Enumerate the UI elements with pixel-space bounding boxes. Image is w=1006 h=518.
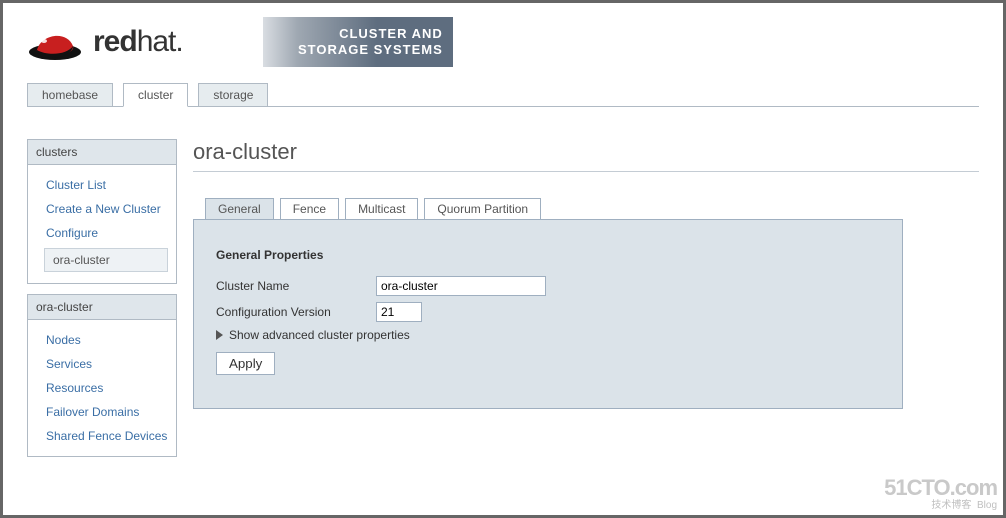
topnav-tab-cluster[interactable]: cluster <box>123 83 188 107</box>
sidebox-head: clusters <box>28 140 176 165</box>
subtab-general[interactable]: General <box>205 198 274 219</box>
brand-text: redhat. <box>93 25 183 59</box>
subtab-quorum-partition[interactable]: Quorum Partition <box>424 198 541 219</box>
subtab-multicast[interactable]: Multicast <box>345 198 418 219</box>
sidebar: clusters Cluster ListCreate a New Cluster… <box>27 139 177 467</box>
main-content: ora-cluster General Fence Multicast Quorum … <box>193 139 979 467</box>
sidebar-item-failover-domains[interactable]: Failover Domains <box>28 400 176 424</box>
product-banner: CLUSTER AND STORAGE SYSTEMS <box>263 17 453 67</box>
sidebox-ora-cluster: ora-cluster NodesServicesResourcesFailove… <box>27 294 177 457</box>
cluster-name-label: Cluster Name <box>216 279 376 293</box>
subtab-fence[interactable]: Fence <box>280 198 339 219</box>
advanced-disclosure-label: Show advanced cluster properties <box>229 328 410 342</box>
sidebar-item-create-a-new-cluster[interactable]: Create a New Cluster <box>28 197 176 221</box>
watermark: 51CTO.com 技术博客 Blog <box>884 476 997 511</box>
brand-logo: redhat. <box>27 22 183 62</box>
topnav-tab-storage[interactable]: storage <box>198 83 268 106</box>
sidebar-item-cluster-list[interactable]: Cluster List <box>28 173 176 197</box>
cluster-name-input[interactable] <box>376 276 546 296</box>
top-nav: homebase cluster storage <box>27 83 979 107</box>
sidebox-head: ora-cluster <box>28 295 176 320</box>
panel-heading: General Properties <box>216 248 880 262</box>
config-subtabs: General Fence Multicast Quorum Partition <box>205 198 979 219</box>
redhat-hat-icon <box>27 22 83 62</box>
page-title: ora-cluster <box>193 139 979 172</box>
topnav-tab-homebase[interactable]: homebase <box>27 83 113 106</box>
header: redhat. CLUSTER AND STORAGE SYSTEMS <box>3 3 1003 67</box>
apply-button[interactable]: Apply <box>216 352 275 375</box>
general-panel: General Properties Cluster Name Configur… <box>193 219 903 409</box>
sidebar-item-ora-cluster[interactable]: ora-cluster <box>44 248 168 272</box>
sidebar-item-resources[interactable]: Resources <box>28 376 176 400</box>
sidebox-clusters: clusters Cluster ListCreate a New Cluster… <box>27 139 177 284</box>
sidebar-item-services[interactable]: Services <box>28 352 176 376</box>
config-version-input[interactable] <box>376 302 422 322</box>
sidebar-item-configure[interactable]: Configure <box>28 221 176 245</box>
config-version-label: Configuration Version <box>216 305 376 319</box>
sidebar-item-shared-fence-devices[interactable]: Shared Fence Devices <box>28 424 176 448</box>
triangle-right-icon <box>216 330 223 340</box>
advanced-disclosure[interactable]: Show advanced cluster properties <box>216 328 880 342</box>
sidebar-item-nodes[interactable]: Nodes <box>28 328 176 352</box>
